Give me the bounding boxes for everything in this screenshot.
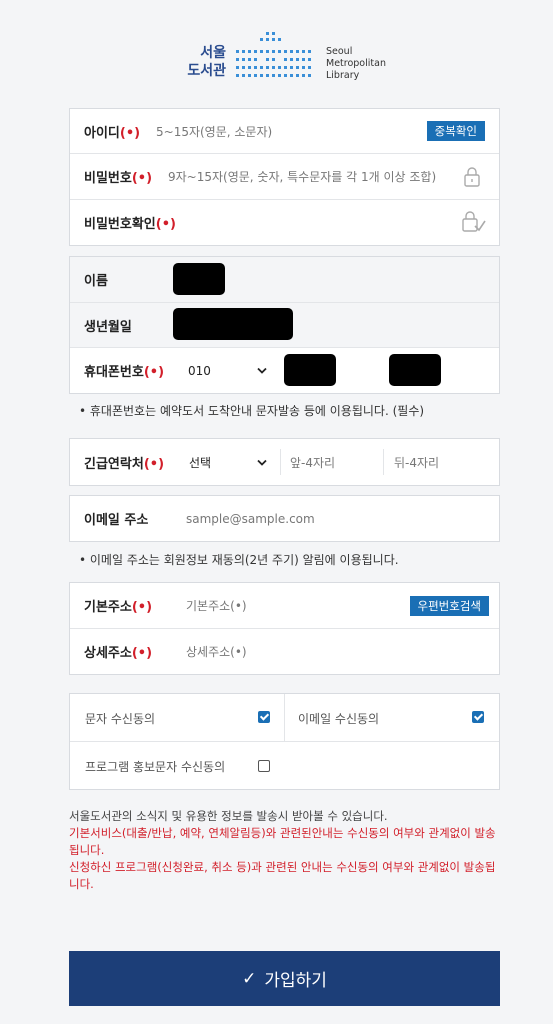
logo-korean-text: 서울 도서관 [187,45,226,79]
password-confirm-input[interactable] [190,208,430,238]
site-logo[interactable]: 서울 도서관 Seoul Metropolitan Library [184,30,394,86]
emergency-prefix-select[interactable]: 선택 [189,454,211,471]
detail-address-label: 상세주소(•) [84,646,153,661]
personal-section: 이름 생년월일 휴대폰번호(•) 010 [69,256,500,394]
emergency-section: 긴급연락처(•) 선택 앞-4자리 뒤-4자리 [69,438,500,486]
required-mark: (•) [131,646,153,661]
base-address-row: 기본주소(•) 기본주소(•) 우편번호검색 [70,583,499,629]
signup-button[interactable]: ✓ 가입하기 [69,951,500,1006]
chevron-down-icon[interactable] [257,459,267,467]
email-section: 이메일 주소 sample@sample.com [69,495,500,542]
email-input[interactable]: sample@sample.com [186,512,315,526]
redacted-name [173,263,225,295]
detail-address-input[interactable]: 상세주소(•) [186,643,247,660]
logo-english-text: Seoul Metropolitan Library [326,46,386,81]
consent-divider-h [70,741,499,742]
base-address-label: 기본주소(•) [84,600,153,615]
id-input[interactable]: 5~15자(영문, 소문자) [156,123,272,140]
divider [280,449,281,475]
phone-note: • 휴대폰번호는 예약도서 도착안내 문자발송 등에 이용됩니다. (필수) [79,404,425,418]
id-row: 아이디(•) 5~15자(영문, 소문자) 중복확인 [70,109,499,154]
zip-search-button[interactable]: 우편번호검색 [409,596,489,616]
required-mark: (•) [143,365,165,380]
email-label: 이메일 주소 [84,513,149,528]
required-mark: (•) [131,171,153,186]
email-consent-label: 이메일 수신동의 [298,712,380,726]
email-row: 이메일 주소 sample@sample.com [70,496,499,541]
lock-icon [464,167,480,187]
password-confirm-label: 비밀번호확인(•) [84,217,176,232]
password-label: 비밀번호(•) [84,171,153,186]
redacted-phone-middle [284,354,336,386]
password-row: 비밀번호(•) 9자~15자(영문, 숫자, 특수문자를 각 1개 이상 조합) [70,154,499,200]
email-note: • 이메일 주소는 회원정보 재동의(2년 주기) 알림에 이용됩니다. [79,553,399,567]
lock-check-icon [462,211,486,232]
required-mark: (•) [155,217,176,232]
consent-info: 서울도서관의 소식지 및 유용한 정보를 발송시 받아볼 수 있습니다. 기본서… [69,808,509,893]
name-row: 이름 [70,257,499,303]
redacted-phone-last [389,354,441,386]
phone-row: 휴대폰번호(•) 010 [70,348,499,393]
promo-consent-label: 프로그램 홍보문자 수신동의 [85,760,226,774]
redacted-birthdate [173,308,293,340]
id-label: 아이디(•) [84,125,141,141]
required-mark: (•) [143,456,165,472]
required-mark: (•) [119,125,141,141]
check-icon: ✓ [242,968,257,989]
consent-divider-v [284,694,285,741]
emergency-last-input[interactable]: 뒤-4자리 [394,454,439,471]
phone-label: 휴대폰번호(•) [84,365,165,380]
sms-consent-checkbox[interactable] [258,711,270,723]
detail-address-row: 상세주소(•) 상세주소(•) [70,629,499,674]
signup-button-label: 가입하기 [264,971,327,991]
name-label: 이름 [84,274,108,289]
required-mark: (•) [131,600,153,615]
account-section: 아이디(•) 5~15자(영문, 소문자) 중복확인 비밀번호(•) 9자~15… [69,108,500,246]
duplicate-check-button[interactable]: 중복확인 [426,121,485,141]
emergency-label: 긴급연락처(•) [84,456,165,472]
base-address-input[interactable]: 기본주소(•) [186,597,247,614]
password-confirm-row: 비밀번호확인(•) [70,200,499,245]
logo-dots-icon [236,32,311,77]
password-input[interactable]: 9자~15자(영문, 숫자, 특수문자를 각 1개 이상 조합) [168,168,436,185]
email-consent-checkbox[interactable] [472,711,484,723]
info-line-2: 기본서비스(대출/반납, 예약, 연체알림등)와 관련된안내는 수신동의 여부와… [69,826,496,857]
address-section: 기본주소(•) 기본주소(•) 우편번호검색 상세주소(•) 상세주소(•) [69,582,500,675]
divider [383,449,384,475]
emergency-middle-input[interactable]: 앞-4자리 [290,454,335,471]
promo-consent-checkbox[interactable] [258,760,270,772]
info-line-1: 서울도서관의 소식지 및 유용한 정보를 발송시 받아볼 수 있습니다. [69,809,388,823]
phone-prefix-select[interactable]: 010 [188,364,211,378]
consent-section: 문자 수신동의 이메일 수신동의 프로그램 홍보문자 수신동의 [69,693,500,790]
info-line-3: 신청하신 프로그램(신청완료, 취소 등)과 관련된 안내는 수신동의 여부와 … [69,860,496,891]
birth-label: 생년월일 [84,319,132,335]
chevron-down-icon[interactable] [257,367,267,375]
birth-row: 생년월일 [70,303,499,348]
emergency-row: 긴급연락처(•) 선택 앞-4자리 뒤-4자리 [70,439,499,485]
sms-consent-label: 문자 수신동의 [85,712,156,726]
